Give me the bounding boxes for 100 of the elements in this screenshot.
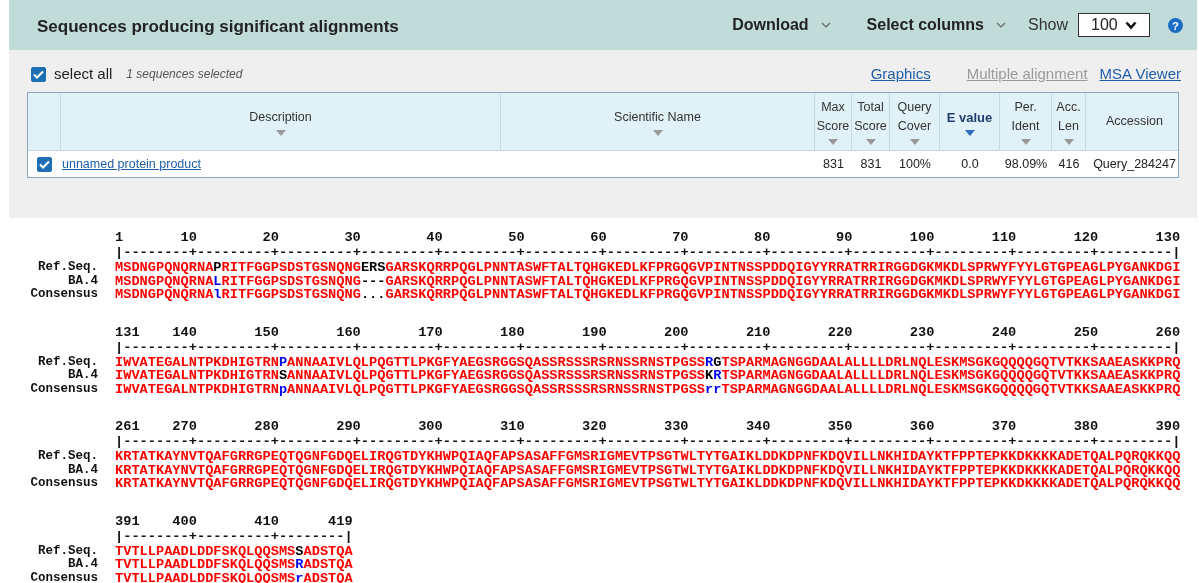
chevron-down-icon: [995, 21, 1006, 29]
sequence-text: TVTLLPAADLDDFSKQLQQSMSSADSTQA: [115, 544, 353, 558]
sequence-label: Ref.Seq.: [38, 260, 98, 274]
ruler-number: 50: [508, 230, 525, 245]
column-header[interactable]: Per. Ident: [1001, 98, 1050, 136]
sequence-label: BA.4: [68, 273, 98, 288]
ruler-number: 350: [827, 419, 853, 434]
ruler-number: 30: [344, 230, 361, 245]
ruler-number: 340: [745, 419, 771, 434]
ruler-number: 260: [1155, 324, 1181, 340]
ruler-number: 320: [582, 419, 607, 434]
column-header[interactable]: Max Score: [816, 98, 850, 136]
ruler-number: 391: [115, 513, 140, 529]
sequence-label: Consensus: [30, 476, 98, 490]
table-cell: 100%: [899, 156, 931, 171]
ruler-number: 400: [172, 513, 197, 529]
sort-icon[interactable]: [828, 139, 838, 145]
sequence-text: IWVATEGALNTPKDHIGTRNSANNAAIVLQLPQGTTLPKGFYAEGSRGGSQASSRSSSRSRNSSRNSTPGSSKRTSPARMAGNGGDAALALLLLDRLNQLESKMSGKGQQQQGQTVTKKSAAEASKKPRQ: [115, 369, 1181, 383]
ruler-number: 250: [1073, 324, 1099, 340]
ruler-number: 330: [663, 419, 689, 434]
column-header[interactable]: Scientific Name: [614, 107, 701, 127]
chevron-down-icon: [1125, 20, 1137, 30]
ruler-number: 200: [663, 324, 689, 340]
table-cell: 416: [1058, 156, 1080, 171]
sequence-text: MSDNGPQNQRNAPRITFGGPSDSTGSNQNGERSGARSKQRRPQGLPNNTASWFTALTQHGKEDLKFPRGQGVPINTNSSPDDQIGYYRRATRRIRGGDGKMKDLSPRWYFYYLGTGPEAGLPYGANKDGI: [115, 261, 1181, 275]
ruler-number: 90: [836, 230, 853, 245]
description-link[interactable]: unnamed protein product: [62, 156, 201, 171]
toolbar-link[interactable]: MSA Viewer: [1099, 62, 1181, 86]
dropdown-menu[interactable]: Select columns: [866, 13, 1006, 37]
sequence-label: Consensus: [30, 381, 98, 396]
toolbar-link[interactable]: Graphics: [870, 62, 931, 86]
ruler-number: 360: [909, 419, 935, 434]
ruler-number: 410: [254, 513, 279, 529]
sequence-text: MSDNGPQNQRNALRITFGGPSDSTGSNQNG---GARSKQRRPQGLPNNTASWFTALTQHGKEDLKFPRGQGVPINTNSSPDDQIGYYRRATRRIRGGDGKMKDLSPRWYFYYLGTGPEAGLPYGANKDGI: [115, 274, 1181, 288]
ruler-number: 140: [172, 324, 197, 340]
select-all-label: select all: [54, 63, 113, 84]
dropdown-menu[interactable]: Download: [732, 13, 831, 37]
sort-icon[interactable]: [1063, 139, 1074, 145]
sequence-text: MSDNGPQNQRNAlRITFGGPSDSTGSNQNG...GARSKQRRPQGLPNNTASWFTALTQHGKEDLKFPRGQGVPINTNSSPDDQIGYYRRATRRIRGGDGKMKDLSPRWYFYYLGTGPEAGLPYGANKDGI: [115, 288, 1181, 302]
ruler: |--------+---------+---------+---------+---------+---------+---------+---------+---------+---------+---------+---------+---------|: [115, 434, 1181, 449]
ruler-number: 60: [590, 230, 607, 245]
ruler-number: 40: [426, 230, 443, 245]
ruler-number: 190: [582, 324, 607, 340]
sequence-label: Ref.Seq.: [38, 354, 98, 369]
ruler-number: 240: [991, 324, 1017, 340]
page-size-select[interactable]: 100: [1078, 13, 1150, 37]
ruler-number: 131: [115, 324, 140, 340]
ruler-number: 110: [991, 230, 1017, 245]
column-header[interactable]: Total Score: [853, 98, 888, 136]
sort-icon[interactable]: [909, 139, 920, 145]
ruler-number: 310: [500, 419, 525, 434]
selection-count: 1 sequences selected: [126, 66, 243, 83]
ruler-number: 380: [1073, 419, 1099, 434]
sequence-label: BA.4: [68, 368, 98, 382]
sort-icon[interactable]: [275, 129, 286, 136]
sort-icon[interactable]: [652, 129, 663, 136]
column-header[interactable]: Query Cover: [891, 98, 938, 136]
sort-icon[interactable]: [964, 129, 975, 136]
ruler-number: 220: [827, 324, 853, 340]
row-checkbox[interactable]: [37, 156, 52, 172]
ruler-number: 261: [115, 419, 140, 434]
ruler: |--------+---------+--------|: [115, 528, 353, 544]
ruler-number: 100: [909, 230, 935, 245]
sequence-text: KRTATKAYNVTQAFGRRGPEQTQGNFGDQELIRQGTDYKHWPQIAQFAPSASAFFGMSRIGMEVTPSGTWLTYTGAIKLDDKDPNFKDQVILLNKHIDAYKTFPPTEPKKDKKKKADETQALPQRQKKQQ: [115, 463, 1181, 477]
ruler-number: 280: [254, 419, 279, 434]
ruler-number: 1: [115, 230, 124, 245]
sequence-text: KRTATKAYNVTQAFGRRGPEQTQGNFGDQELIRQGTDYKHWPQIAQFAPSASAFFGMSRIGMEVTPSGTWLTYTGAIKLDDKDPNFKDQVILLNKHIDAYKTFPPTEPKKDKKKKADETQALPQRQKKQQ: [115, 450, 1181, 464]
table-cell: Query_284247: [1093, 156, 1176, 171]
table-cell: 0.0: [961, 156, 979, 171]
ruler-number: 70: [672, 230, 689, 245]
ruler-number: 80: [754, 230, 771, 245]
help-icon[interactable]: ?: [1168, 17, 1183, 33]
ruler-number: 150: [254, 324, 279, 340]
sequence-text: IWVATEGALNTPKDHIGTRNPANNAAIVLQLPQGTTLPKGFYAEGSRGGSQASSRSSSRSRNSSRNSTPGSSRGTSPARMAGNGGDAALALLLLDRLNQLESKMSGKGQQQQGQTVTKKSAAEASKKPRQ: [115, 355, 1181, 369]
show-label: Show: [1027, 15, 1068, 35]
sequence-text: KRTATKAYNVTQAFGRRGPEQTQGNFGDQELIRQGTDYKHWPQIAQFAPSASAFFGMSRIGMEVTPSGTWLTYTGAIKLDDKDPNFKDQVILLNKHIDAYKTFPPTEPKKDKKKKADETQALPQRQKKQQ: [115, 477, 1181, 491]
ruler-number: 20: [262, 230, 279, 245]
column-header[interactable]: Description: [249, 107, 312, 127]
column-header[interactable]: E value: [946, 107, 993, 127]
sort-icon[interactable]: [1020, 139, 1031, 145]
sort-icon[interactable]: [865, 139, 876, 145]
sequence-text: TVTLLPAADLDDFSKQLQQSMSRADSTQA: [115, 558, 353, 572]
sequence-label: Consensus: [30, 287, 98, 301]
ruler-number: 10: [180, 230, 197, 245]
ruler-number: 160: [336, 324, 361, 340]
ruler-number: 290: [336, 419, 361, 434]
ruler-number: 419: [328, 513, 353, 529]
section-title: Sequences producing significant alignments: [37, 16, 400, 39]
table-cell: 831: [823, 156, 844, 171]
sequence-label: Consensus: [30, 570, 98, 583]
column-header[interactable]: Accession: [1106, 112, 1163, 131]
ruler-number: 270: [172, 419, 197, 434]
sequence-label: BA.4: [68, 557, 98, 571]
ruler-number: 390: [1155, 419, 1181, 434]
column-header[interactable]: Acc. Len: [1053, 98, 1084, 136]
chevron-down-icon: [820, 21, 831, 29]
ruler: |--------+---------+---------+---------+---------+---------+---------+---------+---------+---------+---------+---------+---------|: [115, 339, 1181, 355]
ruler-number: 130: [1155, 230, 1181, 245]
ruler-number: 170: [418, 324, 443, 340]
select-all-checkbox[interactable]: [31, 66, 46, 82]
